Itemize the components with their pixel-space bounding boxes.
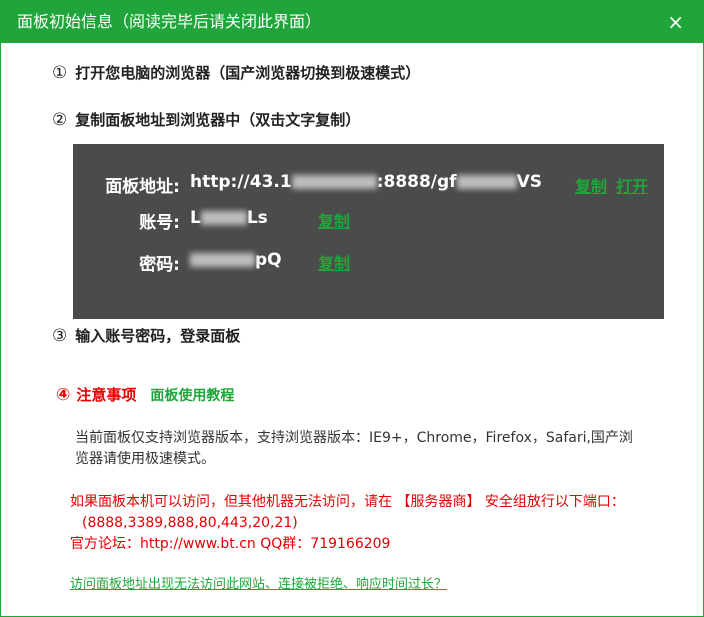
credentials-panel: 面板地址: http://43.1:8888/gf VS 复制 打开 账号: LL… xyxy=(73,144,664,319)
open-address-link[interactable]: 打开 xyxy=(616,173,648,197)
account-value[interactable]: L Ls xyxy=(190,208,268,228)
notice-label: 注意事项 xyxy=(76,386,137,404)
password-value[interactable]: pQ xyxy=(190,250,282,270)
address-label: 面板地址: xyxy=(105,177,180,197)
close-icon[interactable]: × xyxy=(667,10,684,34)
copy-account-link[interactable]: 复制 xyxy=(318,208,350,232)
step-1: ① 打开您电脑的浏览器（国产浏览器切换到极速模式） xyxy=(52,62,420,83)
address-value[interactable]: http://43.1:8888/gf VS xyxy=(190,172,542,192)
copy-password-link[interactable]: 复制 xyxy=(318,250,350,274)
notice-heading: ④ 注意事项 面板使用教程 xyxy=(56,384,234,405)
dialog-title: 面板初始信息（阅读完毕后请关闭此界面） xyxy=(17,12,322,31)
step-3: ③ 输入账号密码，登录面板 xyxy=(52,325,240,346)
copy-address-link[interactable]: 复制 xyxy=(575,173,607,197)
port-list: (8888,3389,888,80,443,20,21) xyxy=(82,515,298,531)
step-2-number: ② xyxy=(52,110,68,130)
port-warning-text: 如果面板本机可以访问，但其他机器无法访问，请在 【服务器商】 安全组放行以下端口… xyxy=(70,494,625,510)
browser-support-text: 当前面板仅支持浏览器版本，支持浏览器版本：IE9+，Chrome，Firefox… xyxy=(75,430,633,467)
title-bar: 面板初始信息（阅读完毕后请关闭此界面） × xyxy=(0,0,704,43)
step-2: ② 复制面板地址到浏览器中（双击文字复制） xyxy=(52,109,360,130)
step-2-text: 复制面板地址到浏览器中（双击文字复制） xyxy=(75,111,361,129)
forum-info: 官方论坛：http://www.bt.cn QQ群：719166209 xyxy=(70,536,391,552)
port-warning: 如果面板本机可以访问，但其他机器无法访问，请在 【服务器商】 安全组放行以下端口… xyxy=(70,492,680,555)
step-3-number: ③ xyxy=(52,326,68,346)
step-1-number: ① xyxy=(52,63,68,83)
step-3-text: 输入账号密码，登录面板 xyxy=(75,327,241,345)
tutorial-link[interactable]: 面板使用教程 xyxy=(150,388,234,404)
troubleshoot-link[interactable]: 访问面板地址出现无法访问此网站、连接被拒绝、响应时间过长？ xyxy=(70,573,447,592)
account-label: 账号: xyxy=(139,213,180,233)
step-1-text: 打开您电脑的浏览器（国产浏览器切换到极速模式） xyxy=(75,64,421,82)
notice-number: ④ xyxy=(56,385,71,405)
password-label: 密码: xyxy=(139,255,180,275)
